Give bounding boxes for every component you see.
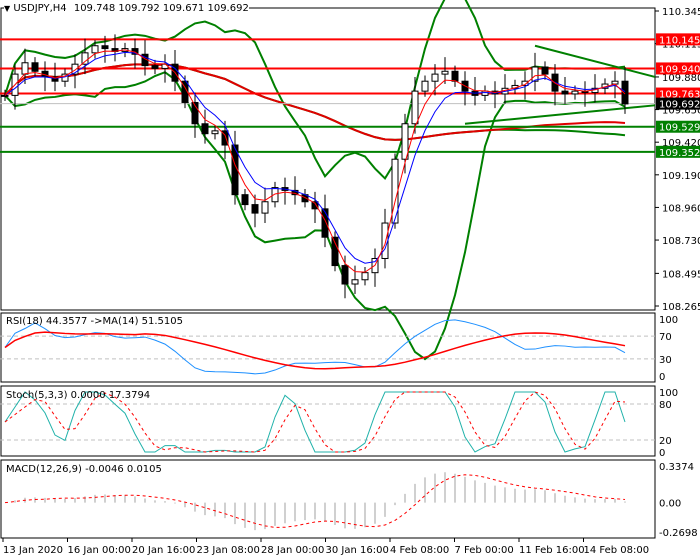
panel-frame-0 — [0, 7, 656, 311]
level-label: 110.145 — [659, 35, 700, 46]
chart-canvas[interactable]: 110.345110.115109.880109.650109.420109.1… — [0, 0, 700, 560]
price-tick-label: 109.190 — [662, 171, 700, 182]
stoch-label: Stoch(5,3,3) 0.0000 17.3794 — [6, 390, 151, 401]
candle-body — [441, 70, 449, 75]
candle-body — [341, 265, 349, 285]
chart-header: ▼ USDJPY,H4 109.748 109.792 109.671 109.… — [4, 3, 249, 14]
open-value: 109.748 — [73, 3, 116, 14]
level-label: 109.940 — [659, 64, 700, 75]
dropdown-triangle-icon[interactable]: ▼ — [4, 4, 10, 13]
candle-body — [481, 90, 489, 96]
candle-body — [431, 73, 439, 82]
candle-body — [451, 70, 459, 82]
candle-body — [251, 204, 259, 214]
macd-label: MACD(12,26,9) -0.0046 0.0105 — [6, 464, 162, 475]
candle-body — [571, 90, 579, 95]
trendline — [464, 104, 656, 125]
candle-body — [361, 272, 369, 281]
candle-body — [101, 45, 109, 50]
candle-body — [211, 130, 219, 135]
time-tick-label: 20 Jan 16:00 — [132, 545, 195, 556]
candle-body — [91, 45, 99, 54]
chart-window: 110.345110.115109.880109.650109.420109.1… — [0, 0, 700, 560]
stoch-main-line — [4, 391, 626, 453]
candle-body — [271, 187, 279, 203]
macd-signal-line — [4, 474, 626, 528]
candle-body — [411, 90, 419, 125]
price-tick-label: 108.265 — [662, 302, 700, 313]
candle-body — [331, 236, 339, 267]
stoch-axis-label: 20 — [659, 436, 672, 447]
current-price-label: 109.692 — [659, 100, 700, 111]
symbol-label: USDJPY,H4 — [13, 3, 67, 14]
macd-axis-label: 0.00 — [659, 499, 681, 510]
stoch-axis-label: 80 — [659, 400, 672, 411]
candle-body — [351, 279, 359, 285]
candle-body — [531, 66, 539, 82]
time-tick-label: 7 Feb 00:00 — [455, 545, 514, 556]
stoch-axis-label: 0 — [659, 448, 665, 459]
rsi-line — [4, 319, 626, 375]
high-value: 109.792 — [118, 3, 160, 14]
candle-body — [541, 66, 549, 75]
time-tick-label: 16 Jan 00:00 — [68, 545, 131, 556]
time-tick-label: 4 Feb 08:00 — [390, 545, 449, 556]
candle-body — [81, 52, 89, 65]
candle-body — [31, 62, 39, 72]
rsi-axis-label: 70 — [659, 332, 672, 343]
trendline — [534, 44, 656, 78]
rsi-axis-label: 30 — [659, 355, 672, 366]
candle-body — [561, 90, 569, 95]
time-tick-label: 30 Jan 16:00 — [326, 545, 389, 556]
price-tick-label: 110.345 — [662, 7, 700, 18]
level-label: 109.352 — [659, 148, 700, 159]
candle-body — [421, 80, 429, 92]
rsi-axis-label: 100 — [659, 315, 678, 326]
candle-body — [381, 222, 389, 259]
stoch-axis-label: 100 — [659, 388, 678, 399]
candle-body — [241, 194, 249, 206]
price-tick-label: 108.730 — [662, 236, 700, 247]
rsi-label: RSI(18) 44.3577 ->MA(14) 51.5105 — [6, 316, 183, 327]
candle-body — [261, 201, 269, 214]
macd-axis-label: 0.3374 — [659, 462, 694, 473]
candle-body — [1, 94, 9, 97]
level-label: 109.529 — [659, 123, 700, 134]
candle-body — [201, 123, 209, 135]
time-tick-label: 14 Feb 08:00 — [584, 545, 650, 556]
candle-body — [321, 208, 329, 238]
low-value: 109.671 — [162, 3, 205, 14]
macd-axis-label: -0.2698 — [659, 528, 698, 539]
time-tick-label: 13 Jan 2020 — [3, 545, 63, 556]
time-tick-label: 23 Jan 08:00 — [197, 545, 260, 556]
rsi-axis-label: 0 — [659, 372, 665, 383]
close-value: 109.692 — [207, 3, 249, 14]
stoch-signal-line — [4, 391, 626, 453]
time-tick-label: 28 Jan 00:00 — [261, 545, 324, 556]
candle-body — [151, 65, 159, 69]
ema-red — [4, 49, 626, 273]
price-tick-label: 108.960 — [662, 203, 700, 214]
time-tick-label: 11 Feb 16:00 — [519, 545, 585, 556]
price-tick-label: 108.495 — [662, 269, 700, 280]
candle-body — [21, 62, 29, 75]
